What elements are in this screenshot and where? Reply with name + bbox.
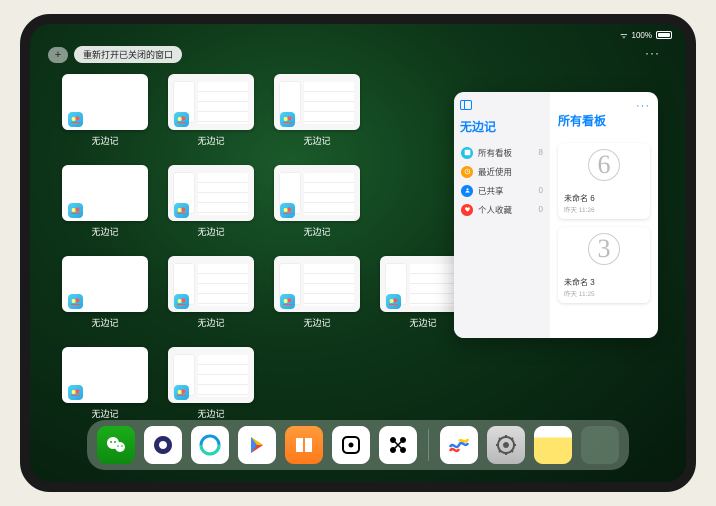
panel-sidebar: 无边记 所有看板 8 最近使用 已共享 0 个人收藏 0 <box>454 92 550 338</box>
freeform-icon <box>68 294 83 309</box>
thumbnail-label: 无边记 <box>197 407 224 420</box>
freeform-icon <box>174 385 189 400</box>
favorites-icon <box>461 204 473 216</box>
board-subtitle: 昨天 11:25 <box>564 288 644 298</box>
battery-label: 100% <box>632 31 652 40</box>
panel-content-title: 所有看板 <box>558 112 606 129</box>
category-count: 0 <box>539 186 543 195</box>
category-count: 8 <box>539 148 543 157</box>
category-label: 已共享 <box>478 185 504 197</box>
board-subtitle: 昨天 11:26 <box>564 204 644 214</box>
dock-app-settings[interactable] <box>487 426 525 464</box>
dock-app-play[interactable] <box>238 426 276 464</box>
window-thumbnail[interactable]: 无边记 <box>62 74 148 147</box>
freeform-icon <box>68 385 83 400</box>
window-thumbnail[interactable]: 无边记 <box>62 347 148 420</box>
wifi-icon: ᯤ <box>620 30 627 41</box>
panel-more-button[interactable]: ··· <box>636 100 650 112</box>
thumbnail-label: 无边记 <box>91 407 118 420</box>
new-window-button[interactable]: + <box>48 47 68 63</box>
thumbnail-label: 无边记 <box>197 134 224 147</box>
reopen-closed-button[interactable]: 重新打开已关闭的窗口 <box>74 46 182 63</box>
dock-app-notes[interactable] <box>534 426 572 464</box>
window-thumbnail-grid: 无边记 无边记 无边记 无边记 无边记 无边记 无边记 无边记 无边记 无边记 … <box>62 74 466 420</box>
ipad-frame: ᯤ 100% + 重新打开已关闭的窗口 ··· 无边记 无边记 无边记 无边记 … <box>20 14 696 492</box>
thumbnail-label: 无边记 <box>303 134 330 147</box>
window-thumbnail[interactable]: 无边记 <box>168 74 254 147</box>
board-title: 未命名 6 <box>564 193 644 204</box>
freeform-icon <box>174 112 189 127</box>
dock-app-books[interactable] <box>285 426 323 464</box>
freeform-icon <box>174 203 189 218</box>
category-favorites[interactable]: 个人收藏 0 <box>460 200 544 219</box>
category-label: 个人收藏 <box>478 204 512 216</box>
category-count: 0 <box>539 205 543 214</box>
panel-title: 无边记 <box>460 118 544 135</box>
window-thumbnail[interactable]: 无边记 <box>168 256 254 329</box>
window-thumbnail[interactable]: 无边记 <box>168 165 254 238</box>
freeform-app-panel[interactable]: 无边记 所有看板 8 最近使用 已共享 0 个人收藏 0 所有看板 ··· <box>454 92 658 338</box>
thumbnail-label: 无边记 <box>303 316 330 329</box>
thumbnail-label: 无边记 <box>303 225 330 238</box>
panel-content: 所有看板 ··· 6 未命名 6 昨天 11:26 3 未命名 3 昨天 11:… <box>550 92 658 338</box>
thumbnail-label: 无边记 <box>409 316 436 329</box>
thumbnail-label: 无边记 <box>91 225 118 238</box>
dock-divider <box>428 429 429 461</box>
window-thumbnail[interactable]: 无边记 <box>62 165 148 238</box>
category-recent[interactable]: 最近使用 <box>460 162 544 181</box>
more-button[interactable]: ··· <box>645 46 660 60</box>
dock-app-6[interactable] <box>332 426 370 464</box>
dock-app-quark[interactable] <box>144 426 182 464</box>
category-all-boards[interactable]: 所有看板 8 <box>460 143 544 162</box>
freeform-icon <box>386 294 401 309</box>
category-label: 所有看板 <box>478 147 512 159</box>
dock-app-7[interactable] <box>379 426 417 464</box>
board-title: 未命名 3 <box>564 277 644 288</box>
board-thumbnail: 6 <box>558 149 650 181</box>
status-right: ᯤ 100% <box>620 30 672 41</box>
freeform-icon <box>280 294 295 309</box>
all-boards-icon <box>461 147 473 159</box>
window-thumbnail[interactable]: 无边记 <box>274 256 360 329</box>
status-bar: ᯤ 100% <box>30 28 686 42</box>
category-shared[interactable]: 已共享 0 <box>460 181 544 200</box>
dock-app-qqbrowser[interactable] <box>191 426 229 464</box>
board-thumbnail: 3 <box>558 233 650 265</box>
thumbnail-label: 无边记 <box>91 316 118 329</box>
thumbnail-label: 无边记 <box>91 134 118 147</box>
recent-icon <box>461 166 473 178</box>
window-thumbnail[interactable]: 无边记 <box>168 347 254 420</box>
dock-app-wechat[interactable] <box>97 426 135 464</box>
dock <box>87 420 629 470</box>
freeform-icon <box>68 203 83 218</box>
board-item[interactable]: 6 未命名 6 昨天 11:26 <box>558 143 650 219</box>
battery-icon <box>656 31 672 39</box>
window-thumbnail[interactable]: 无边记 <box>274 74 360 147</box>
shared-icon <box>461 185 473 197</box>
thumbnail-label: 无边记 <box>197 316 224 329</box>
freeform-icon <box>68 112 83 127</box>
freeform-icon <box>280 203 295 218</box>
sidebar-toggle-icon[interactable] <box>460 100 472 110</box>
thumbnail-label: 无边记 <box>197 225 224 238</box>
dock-app-freeform[interactable] <box>440 426 478 464</box>
window-thumbnail[interactable]: 无边记 <box>274 165 360 238</box>
freeform-icon <box>280 112 295 127</box>
freeform-icon <box>174 294 189 309</box>
window-thumbnail[interactable]: 无边记 <box>62 256 148 329</box>
board-item[interactable]: 3 未命名 3 昨天 11:25 <box>558 227 650 303</box>
category-label: 最近使用 <box>478 166 512 178</box>
dock-app-library[interactable] <box>581 426 619 464</box>
top-controls: + 重新打开已关闭的窗口 <box>48 46 182 63</box>
